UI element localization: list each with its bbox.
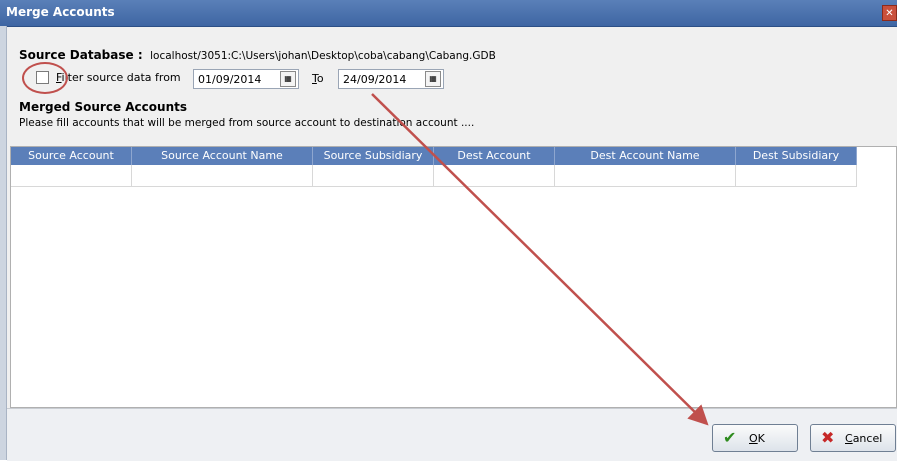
ok-label-text: K [757, 432, 765, 445]
title-bar: Merge Accounts [0, 0, 897, 27]
grid-cell[interactable] [434, 165, 555, 187]
x-icon: ✖ [821, 428, 835, 447]
grid-cell[interactable] [736, 165, 857, 187]
calendar-icon[interactable]: ▦ [425, 71, 441, 87]
ok-label: OK [749, 432, 765, 445]
ok-button[interactable]: ✔ OK [712, 424, 798, 452]
filter-label[interactable]: Filter source data from [56, 71, 181, 84]
annotation-circle [22, 62, 68, 94]
close-icon: ✕ [885, 8, 894, 19]
section-hint: Please fill accounts that will be merged… [19, 117, 475, 129]
column-header[interactable]: Source Account Name [132, 147, 313, 165]
check-icon: ✔ [723, 428, 737, 447]
ok-label-mnemonic: O [749, 432, 758, 445]
window-left-border [0, 26, 7, 460]
column-header[interactable]: Dest Subsidiary [736, 147, 857, 165]
source-database-label: Source Database : [19, 48, 143, 62]
from-date-value: 01/09/2014 [198, 73, 262, 86]
column-header[interactable]: Dest Account [434, 147, 555, 165]
from-date-input[interactable]: 01/09/2014 ▦ [193, 69, 299, 89]
cancel-label: Cancel [845, 432, 882, 445]
column-header[interactable]: Dest Account Name [555, 147, 736, 165]
column-header[interactable]: Source Subsidiary [313, 147, 434, 165]
grid-cell[interactable] [313, 165, 434, 187]
to-label-text: o [316, 72, 324, 85]
merge-accounts-dialog: Merge Accounts ✕ Source Database : local… [0, 0, 897, 461]
filter-label-text: ilter source data from [61, 71, 181, 84]
to-date-input[interactable]: 24/09/2014 ▦ [338, 69, 444, 89]
to-date-value: 24/09/2014 [343, 73, 407, 86]
to-label: To [312, 72, 324, 85]
grid-cell[interactable] [555, 165, 736, 187]
accounts-grid[interactable]: Source Account Source Account Name Sourc… [10, 146, 897, 408]
source-database-path: localhost/3051:C:\Users\johan\Desktop\co… [150, 50, 496, 62]
grid-cell[interactable] [132, 165, 313, 187]
grid-cell[interactable] [11, 165, 132, 187]
cancel-label-text: ancel [852, 432, 883, 445]
cancel-label-mnemonic: C [845, 432, 853, 445]
calendar-icon[interactable]: ▦ [280, 71, 296, 87]
cancel-button[interactable]: ✖ Cancel [810, 424, 896, 452]
window-title: Merge Accounts [6, 5, 115, 19]
column-header[interactable]: Source Account [11, 147, 132, 165]
section-title: Merged Source Accounts [19, 100, 187, 114]
close-button[interactable]: ✕ [882, 5, 897, 21]
source-database-row: Source Database : localhost/3051:C:\User… [19, 48, 496, 62]
